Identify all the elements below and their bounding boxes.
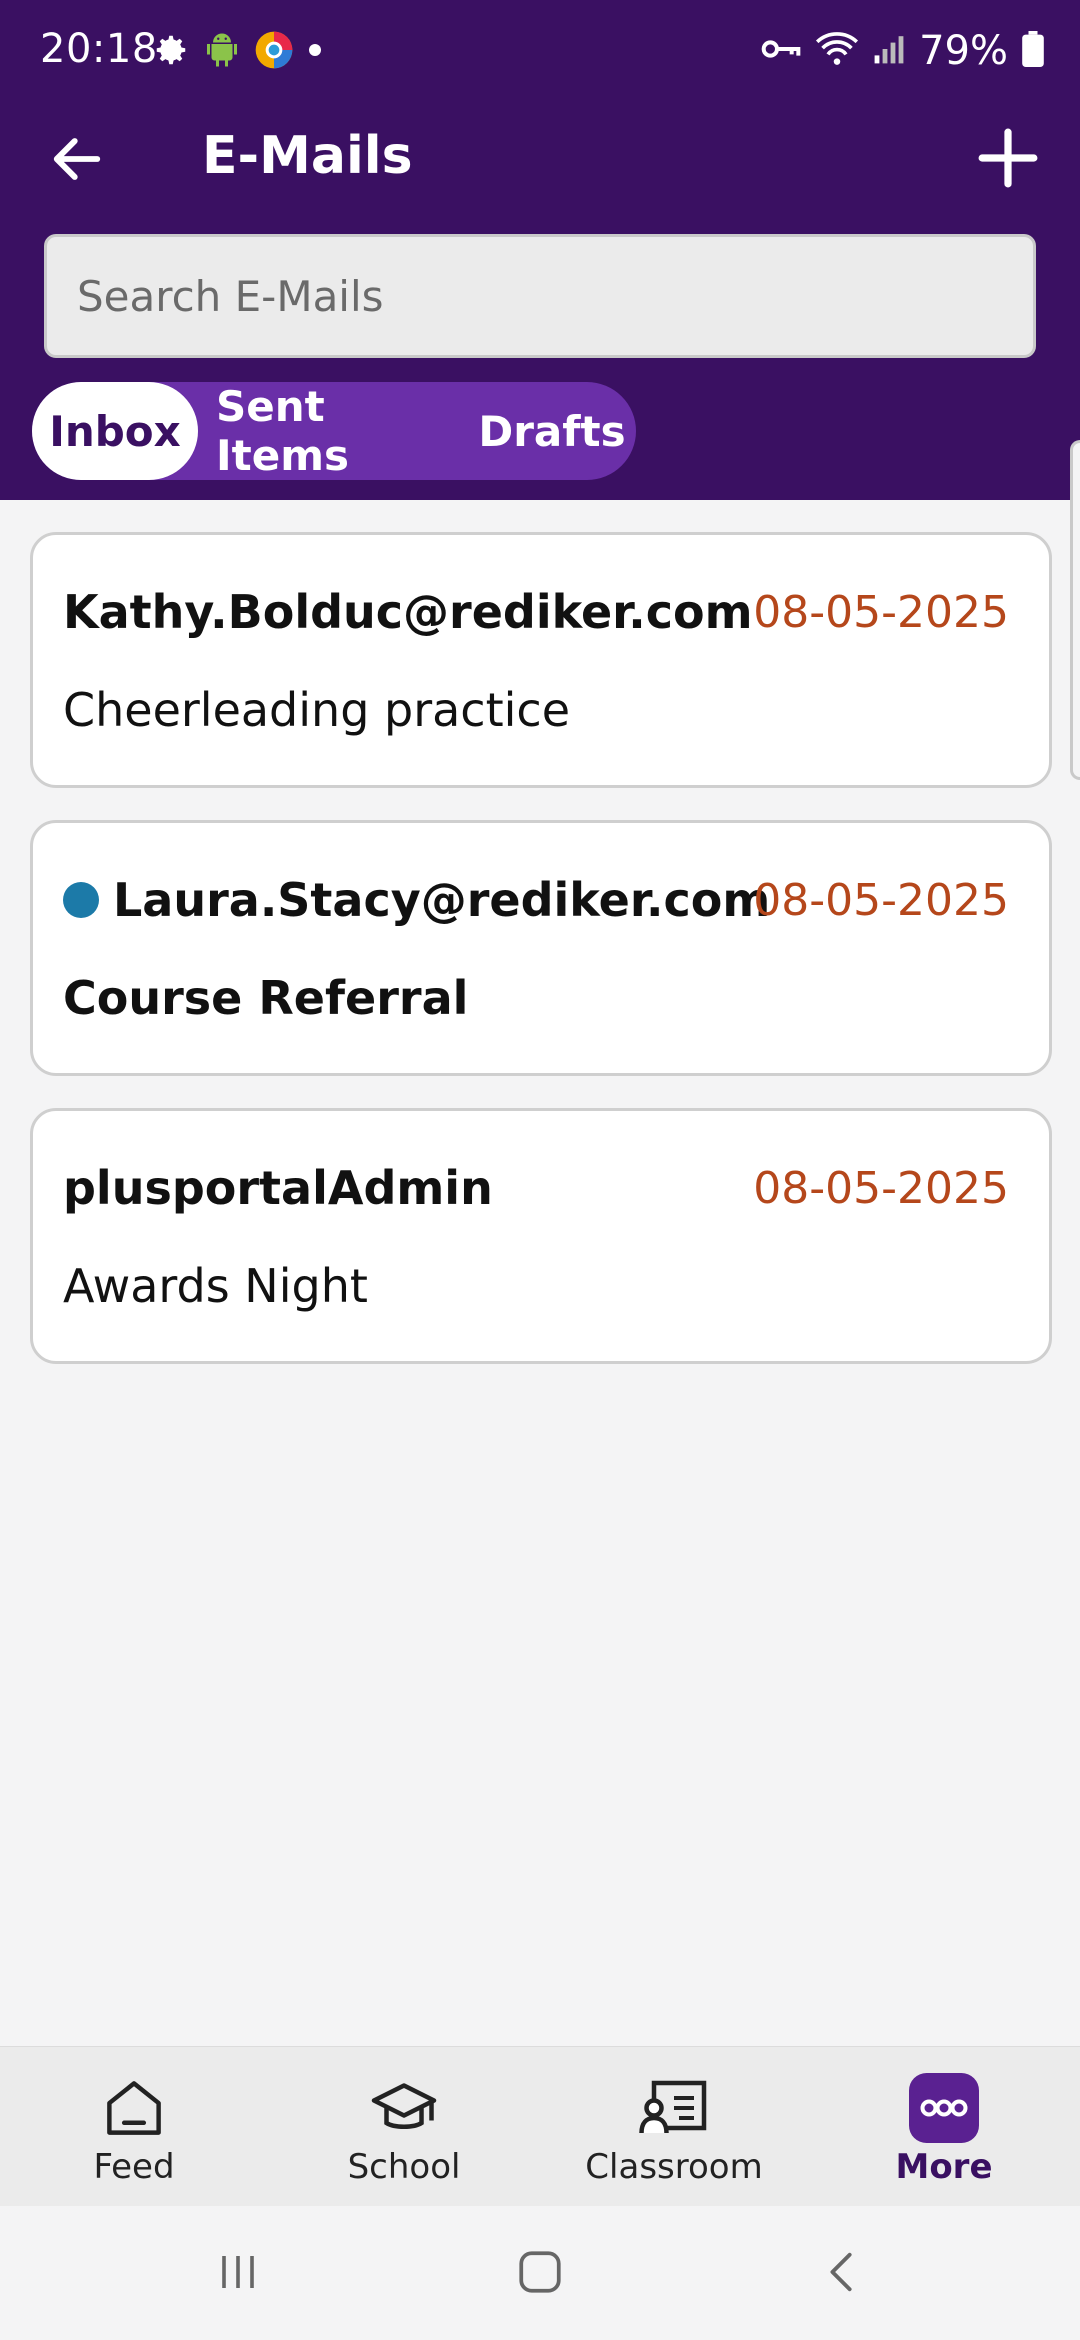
email-subject: Awards Night bbox=[63, 1259, 368, 1313]
recent-apps-icon bbox=[214, 2248, 262, 2301]
email-list-item[interactable]: Kathy.Bolduc@rediker.com 08-05-2025 Chee… bbox=[30, 532, 1052, 788]
plus-icon bbox=[977, 127, 1039, 194]
email-list-item[interactable]: Laura.Stacy@rediker.com 08-05-2025 Cours… bbox=[30, 820, 1052, 1076]
classroom-board-icon bbox=[639, 2073, 709, 2143]
email-date: 08-05-2025 bbox=[753, 587, 1009, 638]
email-list-item[interactable]: plusportalAdmin 08-05-2025 Awards Night bbox=[30, 1108, 1052, 1364]
system-back-button[interactable] bbox=[802, 2242, 882, 2306]
nav-label-school: School bbox=[347, 2147, 461, 2187]
wifi-icon bbox=[815, 31, 859, 72]
home-icon bbox=[99, 2073, 169, 2143]
chevron-left-icon bbox=[819, 2247, 865, 2302]
battery-icon bbox=[1022, 30, 1044, 72]
status-left-icons bbox=[152, 30, 322, 74]
recent-apps-button[interactable] bbox=[198, 2242, 278, 2306]
nav-item-more[interactable]: More bbox=[844, 2073, 1044, 2193]
app-bar: E-Mails bbox=[0, 104, 1080, 254]
compose-button[interactable] bbox=[966, 118, 1050, 202]
nav-label-classroom: Classroom bbox=[585, 2147, 763, 2187]
page-title: E-Mails bbox=[202, 126, 413, 186]
android-icon bbox=[204, 30, 240, 75]
nav-label-more: More bbox=[895, 2147, 993, 2187]
email-sender: Kathy.Bolduc@rediker.com bbox=[63, 585, 753, 639]
back-button[interactable] bbox=[40, 124, 114, 198]
battery-percentage: 79% bbox=[919, 28, 1008, 74]
graduation-cap-icon bbox=[369, 2073, 439, 2143]
mail-folder-tabs: Inbox Sent Items Drafts bbox=[32, 382, 636, 480]
gear-icon bbox=[152, 31, 190, 74]
status-bar: 20:18 79% bbox=[0, 0, 1080, 104]
system-navigation-bar bbox=[0, 2206, 1080, 2340]
email-sender: plusportalAdmin bbox=[63, 1161, 493, 1215]
email-subject: Cheerleading practice bbox=[63, 683, 571, 737]
tab-sent-items[interactable]: Sent Items bbox=[216, 382, 460, 480]
nav-item-classroom[interactable]: Classroom bbox=[574, 2073, 774, 2193]
tab-drafts[interactable]: Drafts bbox=[478, 382, 626, 480]
arrow-left-icon bbox=[50, 132, 104, 191]
scrollbar[interactable] bbox=[1070, 440, 1080, 780]
email-subject: Course Referral bbox=[63, 971, 469, 1025]
email-sender-row: Laura.Stacy@rediker.com bbox=[63, 873, 770, 927]
email-date: 08-05-2025 bbox=[753, 1163, 1009, 1214]
signal-icon bbox=[873, 33, 905, 70]
nav-item-feed[interactable]: Feed bbox=[34, 2073, 234, 2193]
tab-inbox[interactable]: Inbox bbox=[32, 382, 198, 480]
status-right-icons: 79% bbox=[761, 26, 1044, 76]
key-icon bbox=[761, 35, 801, 68]
more-dots-icon bbox=[909, 2073, 979, 2143]
chrome-like-icon bbox=[254, 30, 294, 75]
status-time: 20:18 bbox=[40, 26, 158, 72]
nav-label-feed: Feed bbox=[93, 2147, 175, 2187]
home-square-icon bbox=[515, 2247, 565, 2302]
email-sender: Laura.Stacy@rediker.com bbox=[113, 873, 771, 927]
dot-icon bbox=[308, 43, 322, 62]
home-button[interactable] bbox=[500, 2242, 580, 2306]
email-date: 08-05-2025 bbox=[753, 875, 1009, 926]
unread-dot-icon bbox=[63, 882, 99, 918]
bottom-navigation: Feed School Classroom More bbox=[0, 2046, 1080, 2206]
search-input[interactable] bbox=[44, 234, 1036, 358]
nav-item-school[interactable]: School bbox=[304, 2073, 504, 2193]
